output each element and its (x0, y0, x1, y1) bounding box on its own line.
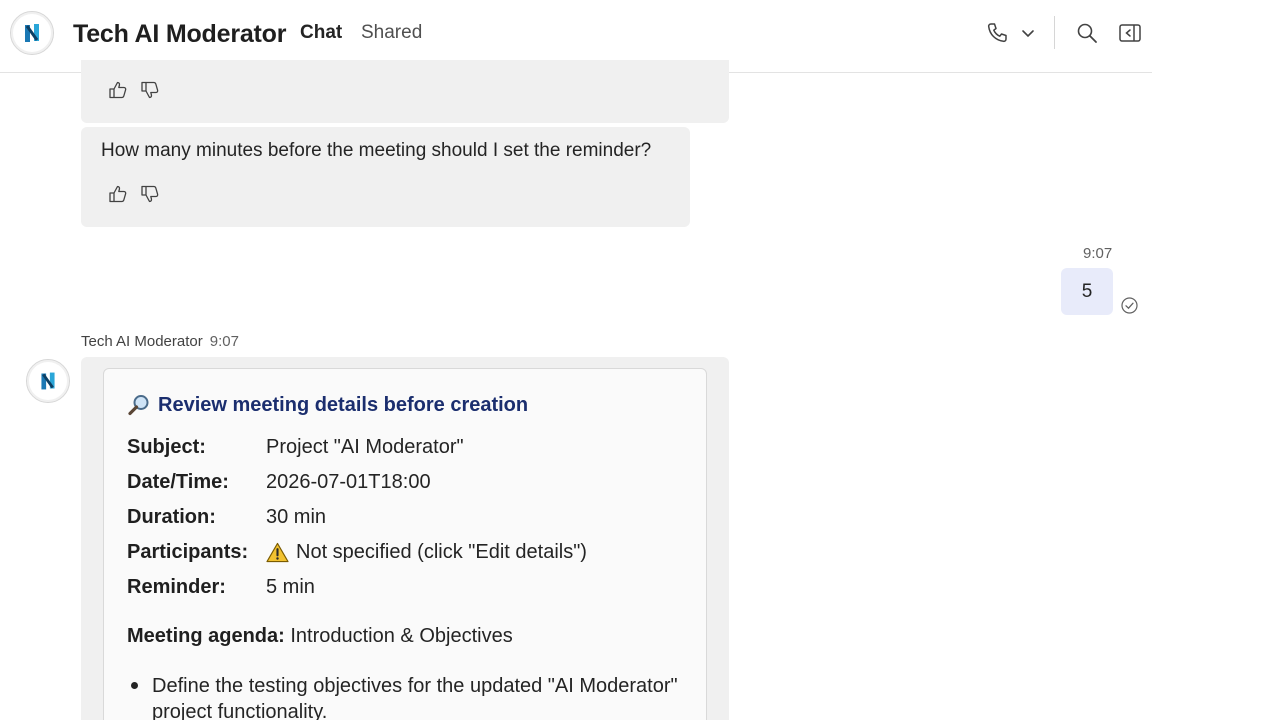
reminder-label: Reminder: (127, 576, 226, 598)
agenda-value: Introduction & Objectives (290, 625, 513, 647)
message-sender-line: Tech AI Moderator 9:07 (81, 333, 239, 350)
tab-shared[interactable]: Shared (361, 22, 422, 44)
call-icon[interactable] (984, 20, 1010, 46)
participants-label: Participants: (127, 541, 249, 563)
user-message-bubble[interactable]: 5 (1061, 268, 1113, 315)
bot-question-text: How many minutes before the meeting shou… (101, 140, 652, 161)
bot-question-bubble: How many minutes before the meeting shou… (81, 127, 690, 227)
bot-message-bubble (81, 60, 729, 123)
datetime-label: Date/Time: (127, 471, 229, 493)
search-icon[interactable] (1074, 20, 1100, 46)
subject-label: Subject: (127, 436, 206, 458)
bot-logo-icon (25, 24, 39, 42)
thumbs-up-icon[interactable] (107, 183, 129, 205)
warning-icon (266, 542, 289, 563)
open-panel-icon[interactable] (1117, 20, 1143, 46)
datetime-value: 2026-07-01T18:00 (266, 471, 431, 493)
teams-chat-window: Tech AI Moderator Chat Shared How many m… (0, 0, 1280, 720)
chevron-down-icon[interactable] (1015, 20, 1041, 46)
sender-time: 9:07 (209, 333, 239, 350)
user-message-time: 9:07 (1083, 245, 1113, 262)
thumbs-down-icon[interactable] (139, 183, 161, 205)
bot-avatar[interactable] (26, 359, 70, 403)
header-divider (1054, 16, 1055, 49)
agenda-label: Meeting agenda: (127, 625, 285, 647)
card-title-text: Review meeting details before creation (158, 393, 529, 416)
magnifier-icon (128, 395, 149, 416)
reminder-value: 5 min (266, 576, 315, 598)
read-receipt-icon (1120, 296, 1139, 315)
participants-value-row: Not specified (click "Edit details") (266, 541, 587, 564)
bot-avatar[interactable] (10, 11, 54, 55)
thumbs-down-icon[interactable] (139, 79, 161, 101)
sender-name: Tech AI Moderator (81, 333, 203, 350)
participants-value: Not specified (click "Edit details") (296, 541, 587, 563)
tab-chat[interactable]: Chat (300, 22, 342, 44)
bot-logo-icon (41, 372, 55, 390)
chat-title: Tech AI Moderator (73, 20, 287, 48)
meeting-review-card: Review meeting details before creation S… (103, 368, 707, 720)
bullet-point (131, 682, 138, 689)
duration-label: Duration: (127, 506, 216, 528)
card-title: Review meeting details before creation (127, 393, 528, 417)
user-message-text: 5 (1081, 280, 1093, 302)
meeting-agenda: Meeting agenda: Introduction & Objective… (127, 625, 513, 648)
thumbs-up-icon[interactable] (107, 79, 129, 101)
subject-value: Project "AI Moderator" (266, 436, 464, 458)
agenda-bullet-text: Define the testing objectives for the up… (152, 675, 678, 720)
duration-value: 30 min (266, 506, 327, 528)
